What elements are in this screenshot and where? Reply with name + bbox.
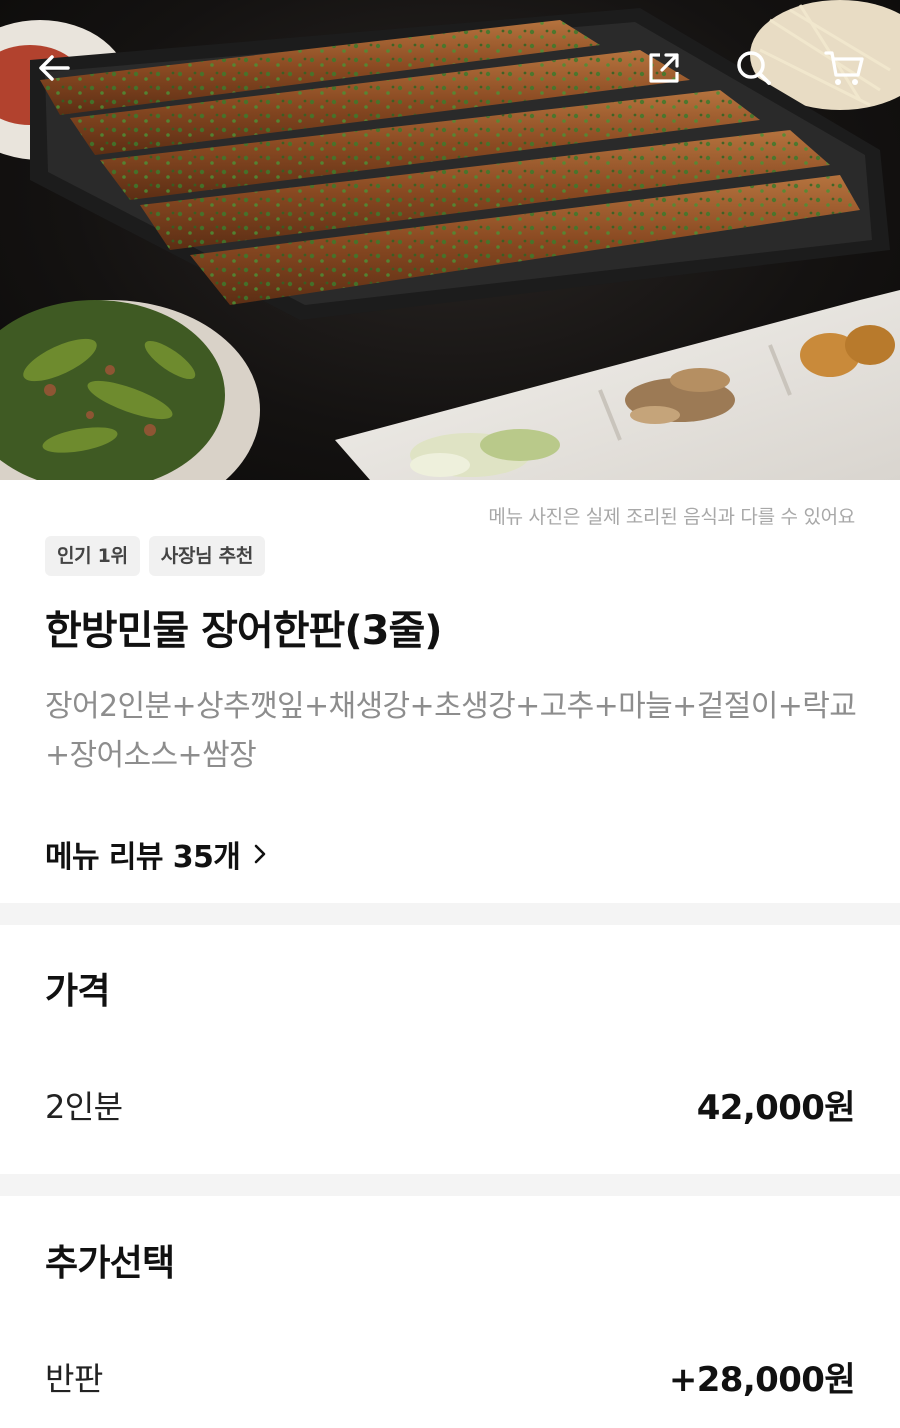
extra-option-label: 반판 — [45, 1359, 103, 1398]
share-external-icon — [649, 53, 679, 83]
search-icon — [737, 51, 771, 85]
cart-icon — [824, 51, 864, 85]
section-divider — [0, 1174, 900, 1196]
extra-options-title: 추가선택 — [45, 1243, 175, 1284]
back-button[interactable] — [26, 40, 82, 96]
menu-title: 한방민물 장어한판(3줄) — [45, 608, 443, 654]
share-button[interactable] — [636, 40, 692, 96]
cart-button[interactable] — [816, 40, 872, 96]
price-row: 2인분 42,000원 — [45, 1080, 856, 1129]
section-divider — [0, 903, 900, 925]
extra-option-price: +28,000원 — [668, 1360, 856, 1400]
price-section-title: 가격 — [45, 971, 110, 1012]
menu-detail-page: 메뉴 사진은 실제 조리된 음식과 다를 수 있어요 인기 1위 사장님 추천 … — [0, 0, 900, 1428]
price-option-value: 42,000원 — [696, 1088, 856, 1128]
badge-owner-pick: 사장님 추천 — [148, 536, 265, 576]
price-option-label: 2인분 — [45, 1087, 123, 1126]
arrow-left-icon — [39, 55, 70, 81]
menu-photo — [0, 0, 900, 480]
badge-popular: 인기 1위 — [45, 536, 140, 576]
chevron-right-icon — [254, 844, 266, 864]
menu-review-link[interactable]: 메뉴 리뷰 35개 — [45, 832, 270, 876]
menu-description: 장어2인분+상추깻잎+채생강+초생강+고추+마늘+겉절이+락교+장어소스+쌈장 — [45, 689, 857, 773]
photo-disclaimer: 메뉴 사진은 실제 조리된 음식과 다를 수 있어요 — [488, 506, 855, 528]
badge-list: 인기 1위 사장님 추천 — [45, 536, 265, 576]
extra-option-half-tray[interactable]: 반판 +28,000원 — [45, 1352, 856, 1401]
menu-review-label: 메뉴 리뷰 35개 — [45, 840, 241, 875]
search-button[interactable] — [726, 40, 782, 96]
